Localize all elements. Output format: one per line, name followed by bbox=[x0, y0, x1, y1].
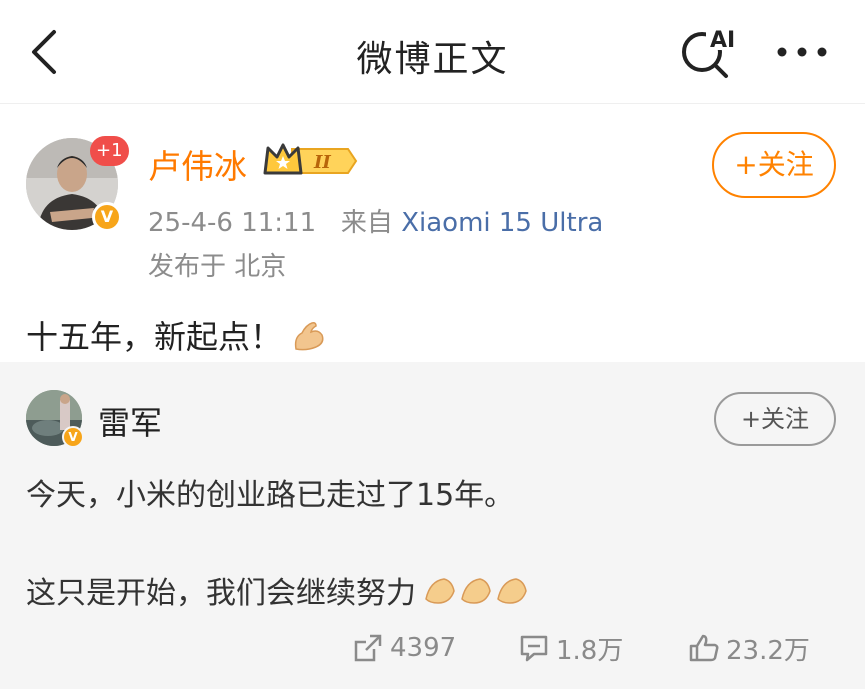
post-text: 十五年，新起点！ bbox=[26, 318, 283, 356]
flexed-biceps-icon bbox=[292, 319, 326, 359]
post-source-link[interactable]: Xiaomi 15 Ultra bbox=[401, 208, 603, 238]
more-options-icon[interactable] bbox=[774, 34, 830, 70]
reposted-card[interactable]: V 雷军 +关注 今天，小米的创业路已走过了15年。 这只是开始，我们会继续努力… bbox=[0, 362, 865, 689]
repost-text-line1: 今天，小米的创业路已走过了15年。 bbox=[26, 478, 515, 513]
repost-text-line2-wrap: 这只是开始，我们会继续努力 bbox=[26, 568, 532, 615]
thumbs-up-icon bbox=[689, 634, 719, 662]
svg-text:AI: AI bbox=[710, 28, 735, 53]
comment-count: 1.8万 bbox=[556, 635, 624, 666]
repost-count-button[interactable]: 4397 bbox=[352, 630, 456, 666]
author-name[interactable]: 卢伟冰 bbox=[148, 140, 247, 188]
post-meta: 25-4-6 11:11 来自 Xiaomi 15 Ultra bbox=[148, 202, 603, 239]
svg-text:II: II bbox=[313, 152, 331, 173]
repost-follow-button[interactable]: +关注 bbox=[714, 392, 836, 446]
source-prefix: 来自 bbox=[340, 208, 393, 238]
ai-search-button[interactable]: AI bbox=[678, 22, 740, 82]
plus-one-badge: +1 bbox=[90, 136, 129, 166]
post-body: 十五年，新起点！ bbox=[26, 312, 326, 359]
follow-button[interactable]: +关注 bbox=[712, 132, 836, 198]
top-bar: 微博正文 AI bbox=[0, 0, 865, 104]
comment-icon bbox=[520, 635, 548, 662]
repost-text-line2: 这只是开始，我们会继续努力 bbox=[26, 576, 416, 611]
repost-icon bbox=[354, 634, 382, 662]
pinching-hands-icon bbox=[422, 575, 532, 615]
post-time: 25-4-6 11:11 bbox=[148, 208, 317, 238]
crown-level-badge-icon: II bbox=[262, 140, 358, 182]
like-count: 23.2万 bbox=[726, 635, 810, 666]
repost-avatar-wrap[interactable]: V bbox=[26, 390, 84, 448]
post-location: 发布于 北京 bbox=[148, 252, 287, 282]
ai-search-icon: AI bbox=[682, 24, 740, 78]
like-count-button[interactable]: 23.2万 bbox=[688, 630, 810, 666]
verified-badge-icon: V bbox=[92, 202, 122, 232]
repost-verified-badge-icon: V bbox=[62, 426, 84, 448]
comment-count-button[interactable]: 1.8万 bbox=[518, 630, 623, 666]
repost-author-name[interactable]: 雷军 bbox=[98, 398, 162, 444]
author-avatar-wrap[interactable]: +1 V bbox=[26, 136, 129, 232]
repost-count: 4397 bbox=[390, 633, 457, 663]
